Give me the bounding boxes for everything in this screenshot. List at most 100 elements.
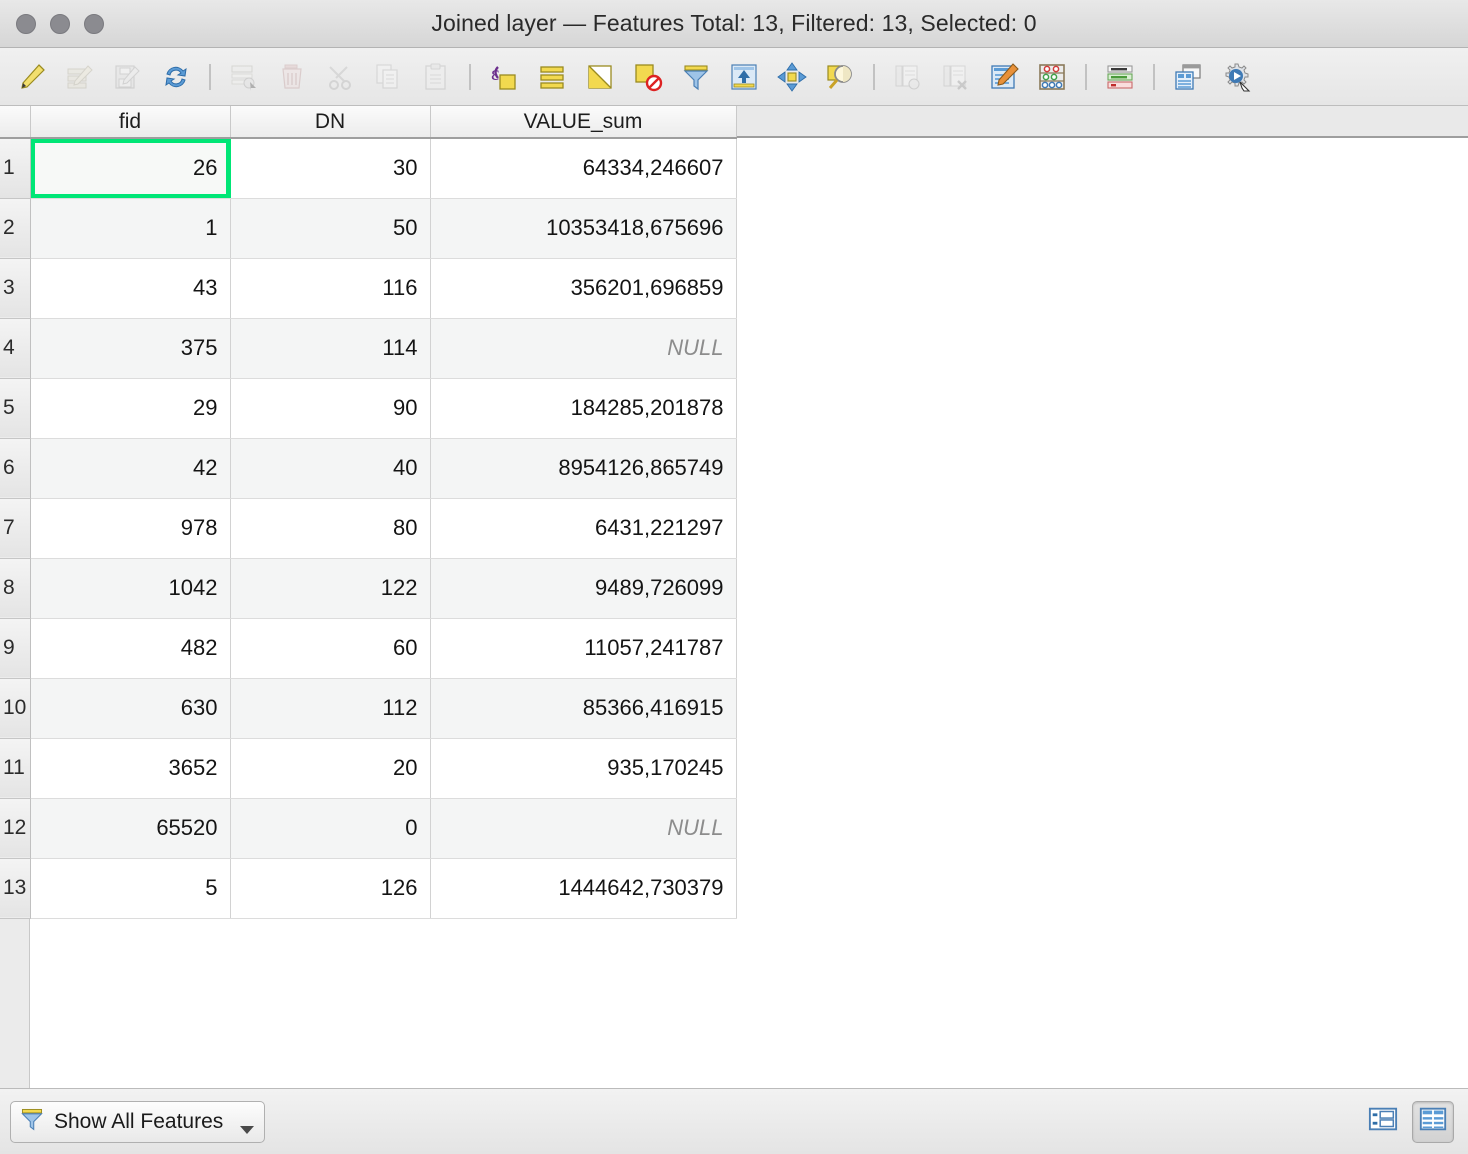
delete-field-icon[interactable] xyxy=(932,54,980,100)
row-number[interactable]: 8 xyxy=(0,558,31,619)
column-header-dn[interactable]: DN xyxy=(230,106,431,139)
table-row[interactable]: 5 29 90 184285,201878 xyxy=(0,378,737,439)
cell-fid[interactable]: 1042 xyxy=(30,558,231,619)
row-number[interactable]: 13 xyxy=(0,858,31,919)
cell-dn[interactable]: 80 xyxy=(230,498,431,559)
conditional-formatting-icon[interactable] xyxy=(1096,54,1144,100)
paste-features-icon[interactable] xyxy=(412,54,460,100)
column-header-value-sum[interactable]: VALUE_sum xyxy=(430,106,737,139)
copy-features-icon[interactable] xyxy=(364,54,412,100)
cell-fid[interactable]: 43 xyxy=(30,258,231,319)
row-number[interactable]: 7 xyxy=(0,498,31,559)
reload-table-icon[interactable] xyxy=(152,54,200,100)
table-row[interactable]: 4 375 114 NULL xyxy=(0,318,737,379)
row-number[interactable]: 3 xyxy=(0,258,31,319)
cell-value-sum[interactable]: 10353418,675696 xyxy=(430,198,737,259)
table-row[interactable]: 7 978 80 6431,221297 xyxy=(0,498,737,559)
save-edits-icon[interactable] xyxy=(104,54,152,100)
cell-dn[interactable]: 0 xyxy=(230,798,431,859)
cell-dn[interactable]: 126 xyxy=(230,858,431,919)
cell-dn[interactable]: 20 xyxy=(230,738,431,799)
cell-fid[interactable]: 3652 xyxy=(30,738,231,799)
field-calculator-icon[interactable] xyxy=(980,54,1028,100)
cell-value-sum[interactable]: 64334,246607 xyxy=(430,138,737,199)
actions-icon[interactable] xyxy=(1212,54,1260,100)
cell-value-sum[interactable]: NULL xyxy=(430,318,737,379)
minimize-button[interactable] xyxy=(50,13,70,34)
table-row[interactable]: 6 42 40 8954126,865749 xyxy=(0,438,737,499)
add-feature-icon[interactable] xyxy=(220,54,268,100)
cell-dn[interactable]: 122 xyxy=(230,558,431,619)
cell-fid[interactable]: 630 xyxy=(30,678,231,739)
attribute-table[interactable]: fid DN VALUE_sum 1 26 30 64334,246607 2 1 50 10… xyxy=(0,106,737,919)
cell-fid[interactable]: 42 xyxy=(30,438,231,499)
row-number[interactable]: 2 xyxy=(0,198,31,259)
form-view-button[interactable] xyxy=(1362,1101,1404,1143)
table-row[interactable]: 3 43 116 356201,696859 xyxy=(0,258,737,319)
toggle-editing-icon[interactable] xyxy=(8,54,56,100)
cell-dn[interactable]: 90 xyxy=(230,378,431,439)
table-row[interactable]: 9 482 60 11057,241787 xyxy=(0,618,737,679)
filter-expression-icon[interactable] xyxy=(672,54,720,100)
cell-value-sum[interactable]: 6431,221297 xyxy=(430,498,737,559)
cell-fid[interactable]: 375 xyxy=(30,318,231,379)
table-view-button[interactable] xyxy=(1412,1100,1454,1143)
table-row[interactable]: 8 1042 122 9489,726099 xyxy=(0,558,737,619)
column-header-fid[interactable]: fid xyxy=(30,106,231,139)
close-button[interactable] xyxy=(16,13,36,34)
row-number[interactable]: 9 xyxy=(0,618,31,679)
row-number[interactable]: 4 xyxy=(0,318,31,379)
show-all-features-button[interactable]: Show All Features xyxy=(10,1100,266,1143)
cell-dn[interactable]: 116 xyxy=(230,258,431,319)
cell-value-sum[interactable]: 935,170245 xyxy=(430,738,737,799)
statistical-summary-icon[interactable] xyxy=(1028,54,1076,100)
table-row[interactable]: 2 1 50 10353418,675696 xyxy=(0,198,737,259)
delete-selected-icon[interactable] xyxy=(268,54,316,100)
row-number[interactable]: 5 xyxy=(0,378,31,439)
row-number[interactable]: 11 xyxy=(0,738,31,799)
cell-fid[interactable]: 482 xyxy=(30,618,231,679)
chevron-down-icon[interactable] xyxy=(240,1125,255,1134)
cell-value-sum[interactable]: 356201,696859 xyxy=(430,258,737,319)
cell-dn[interactable]: 112 xyxy=(230,678,431,739)
zoom-to-selection-icon[interactable] xyxy=(816,54,864,100)
table-row[interactable]: 12 65520 0 NULL xyxy=(0,798,737,859)
table-body[interactable]: 1 26 30 64334,246607 2 1 50 10353418,675696 3 43 1… xyxy=(0,138,737,919)
maximize-button[interactable] xyxy=(84,13,104,34)
invert-selection-icon[interactable] xyxy=(576,54,624,100)
row-number[interactable]: 12 xyxy=(0,798,31,859)
cut-features-icon[interactable] xyxy=(316,54,364,100)
table-row[interactable]: 11 3652 20 935,170245 xyxy=(0,738,737,799)
cell-dn[interactable]: 114 xyxy=(230,318,431,379)
table-row[interactable]: 10 630 112 85366,416915 xyxy=(0,678,737,739)
cell-dn[interactable]: 60 xyxy=(230,618,431,679)
move-selection-to-top-icon[interactable] xyxy=(720,54,768,100)
cell-dn[interactable]: 40 xyxy=(230,438,431,499)
pan-to-selection-icon[interactable] xyxy=(768,54,816,100)
cell-value-sum[interactable]: 184285,201878 xyxy=(430,378,737,439)
cell-fid[interactable]: 5 xyxy=(30,858,231,919)
dock-table-icon[interactable] xyxy=(1164,54,1212,100)
cell-value-sum[interactable]: 85366,416915 xyxy=(430,678,737,739)
cell-value-sum[interactable]: 1444642,730379 xyxy=(430,858,737,919)
cell-dn[interactable]: 50 xyxy=(230,198,431,259)
cell-value-sum[interactable]: NULL xyxy=(430,798,737,859)
cell-value-sum[interactable]: 8954126,865749 xyxy=(430,438,737,499)
cell-fid[interactable]: 65520 xyxy=(30,798,231,859)
cell-dn[interactable]: 30 xyxy=(230,138,431,199)
deselect-all-icon[interactable] xyxy=(624,54,672,100)
row-number[interactable]: 1 xyxy=(0,138,31,199)
new-field-icon[interactable] xyxy=(884,54,932,100)
select-by-expression-icon[interactable]: ε xyxy=(480,54,528,100)
cell-fid[interactable]: 1 xyxy=(30,198,231,259)
table-row[interactable]: 1 26 30 64334,246607 xyxy=(0,138,737,199)
cell-fid[interactable]: 978 xyxy=(30,498,231,559)
cell-value-sum[interactable]: 9489,726099 xyxy=(430,558,737,619)
table-row[interactable]: 13 5 126 1444642,730379 xyxy=(0,858,737,919)
row-number[interactable]: 6 xyxy=(0,438,31,499)
cell-fid[interactable]: 29 xyxy=(30,378,231,439)
cell-fid[interactable]: 26 xyxy=(30,138,231,199)
row-number[interactable]: 10 xyxy=(0,678,31,739)
attribute-table-view[interactable]: fid DN VALUE_sum 1 26 30 64334,246607 2 1 50 10… xyxy=(0,106,1468,1088)
cell-value-sum[interactable]: 11057,241787 xyxy=(430,618,737,679)
